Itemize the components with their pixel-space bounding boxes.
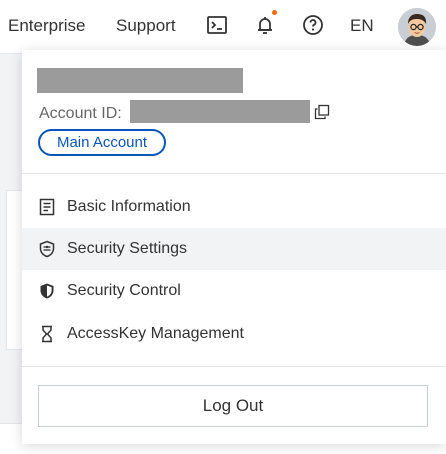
top-navigation-bar: Enterprise Support EN	[0, 0, 446, 54]
divider	[22, 366, 446, 367]
menu-item-security-control[interactable]: Security Control	[22, 270, 446, 312]
account-dropdown: Account ID: Main Account Basic Informati…	[22, 50, 446, 444]
menu-item-accesskey-management[interactable]: AccessKey Management	[22, 313, 446, 355]
logout-button[interactable]: Log Out	[38, 385, 428, 427]
language-switch[interactable]: EN	[350, 16, 374, 36]
account-id-label: Account ID:	[39, 105, 122, 122]
menu-item-label: Basic Information	[67, 198, 191, 215]
shield-icon	[38, 282, 56, 300]
masked-account-id	[130, 100, 310, 123]
nav-enterprise-link[interactable]: Enterprise	[8, 16, 85, 36]
avatar[interactable]	[398, 8, 436, 46]
background-card	[6, 190, 22, 350]
menu-item-label: AccessKey Management	[67, 325, 244, 342]
menu-item-label: Security Settings	[67, 240, 188, 257]
copy-icon[interactable]	[314, 104, 330, 120]
menu-item-basic-information[interactable]: Basic Information	[22, 186, 446, 228]
help-icon[interactable]	[301, 13, 325, 37]
menu-item-label: Security Control	[67, 282, 181, 299]
bell-icon[interactable]	[253, 13, 277, 37]
divider	[22, 173, 446, 174]
menu-item-security-settings[interactable]: Security Settings	[22, 228, 446, 270]
document-icon	[38, 198, 56, 216]
nav-support-link[interactable]: Support	[116, 16, 176, 36]
shield-settings-icon	[38, 240, 56, 258]
main-account-badge: Main Account	[38, 129, 166, 156]
key-icon	[38, 325, 56, 343]
terminal-icon[interactable]	[205, 13, 229, 37]
masked-account-name	[37, 68, 243, 93]
notification-dot	[272, 10, 277, 15]
